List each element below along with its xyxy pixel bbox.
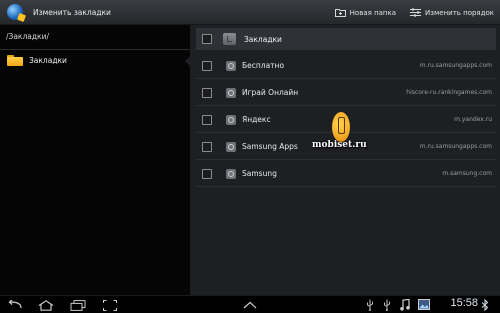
bookmark-title: Samsung <box>242 169 277 178</box>
clock: 15:58 <box>450 297 478 309</box>
watermark: mobiset.ru <box>312 112 372 162</box>
bookmark-title: Бесплатно <box>242 61 285 70</box>
bookmark-checkbox[interactable] <box>202 60 212 71</box>
bookmark-url: m.yandex.ru <box>454 116 492 123</box>
page-title: Изменить закладки <box>33 7 111 17</box>
favicon-icon <box>226 60 236 71</box>
image-icon <box>418 299 430 310</box>
bookmark-url: m.ru.samsungapps.com <box>419 62 492 69</box>
system-bar: 15:58 <box>0 295 500 313</box>
bookmark-row[interactable]: Samsung m.samsung.com <box>196 161 496 187</box>
bookmark-url: hiscore-ru.rankingames.com <box>406 89 492 96</box>
browser-icon[interactable] <box>7 4 23 20</box>
bookmark-checkbox[interactable] <box>202 168 212 179</box>
bookmark-row[interactable]: Бесплатно m.ru.samsungapps.com <box>196 53 496 79</box>
recent-apps-icon <box>70 299 86 311</box>
up-arrow-icon <box>243 301 257 309</box>
folder-icon <box>7 54 23 66</box>
reorder-icon <box>410 8 422 17</box>
bookmark-row[interactable]: Играй Онлайн hiscore-ru.rankingames.com <box>196 80 496 106</box>
folder-item-bookmarks[interactable]: Закладки <box>0 50 190 70</box>
new-folder-icon <box>334 9 346 17</box>
back-button[interactable] <box>6 298 24 312</box>
breadcrumb: /Закладки/ <box>6 32 49 41</box>
reorder-label: Изменить порядок <box>425 8 494 17</box>
favicon-icon <box>226 114 236 125</box>
expand-button[interactable] <box>241 298 259 312</box>
select-all-checkbox[interactable] <box>202 34 212 44</box>
usb-debug-icon <box>384 299 390 311</box>
reorder-button[interactable]: Изменить порядок <box>410 8 494 17</box>
action-bar: Изменить закладки Новая папка Изменить п… <box>0 0 500 25</box>
bookmark-url: m.ru.samsungapps.com <box>419 143 492 150</box>
favicon-icon <box>226 87 236 98</box>
bluetooth-icon <box>481 299 489 311</box>
home-icon <box>38 299 54 311</box>
action-buttons: Новая папка Изменить порядок <box>334 0 494 25</box>
folder-label: Закладки <box>29 55 67 65</box>
watermark-text: mobiset.ru <box>312 140 367 150</box>
folder-tree-pane: /Закладки/ Закладки <box>0 25 190 295</box>
watermark-logo-icon <box>332 112 350 142</box>
folder-header-row[interactable]: Закладки <box>196 28 496 50</box>
favicon-icon <box>226 141 236 152</box>
new-folder-label: Новая папка <box>349 8 397 17</box>
screenshot-icon <box>103 299 117 311</box>
bookmark-title: Играй Онлайн <box>242 88 299 97</box>
favicon-icon <box>226 168 236 179</box>
music-icon <box>400 299 410 311</box>
parent-folder-icon[interactable] <box>223 33 236 45</box>
folder-header-label: Закладки <box>244 34 282 44</box>
bookmark-checkbox[interactable] <box>202 114 212 125</box>
home-button[interactable] <box>37 298 55 312</box>
screenshot-button[interactable] <box>101 298 119 312</box>
bookmark-checkbox[interactable] <box>202 141 212 152</box>
usb-icon <box>367 299 373 311</box>
bookmark-url: m.samsung.com <box>442 170 492 177</box>
recent-apps-button[interactable] <box>69 298 87 312</box>
back-icon <box>8 300 22 309</box>
new-folder-button[interactable]: Новая папка <box>334 8 397 17</box>
bookmark-checkbox[interactable] <box>202 87 212 98</box>
